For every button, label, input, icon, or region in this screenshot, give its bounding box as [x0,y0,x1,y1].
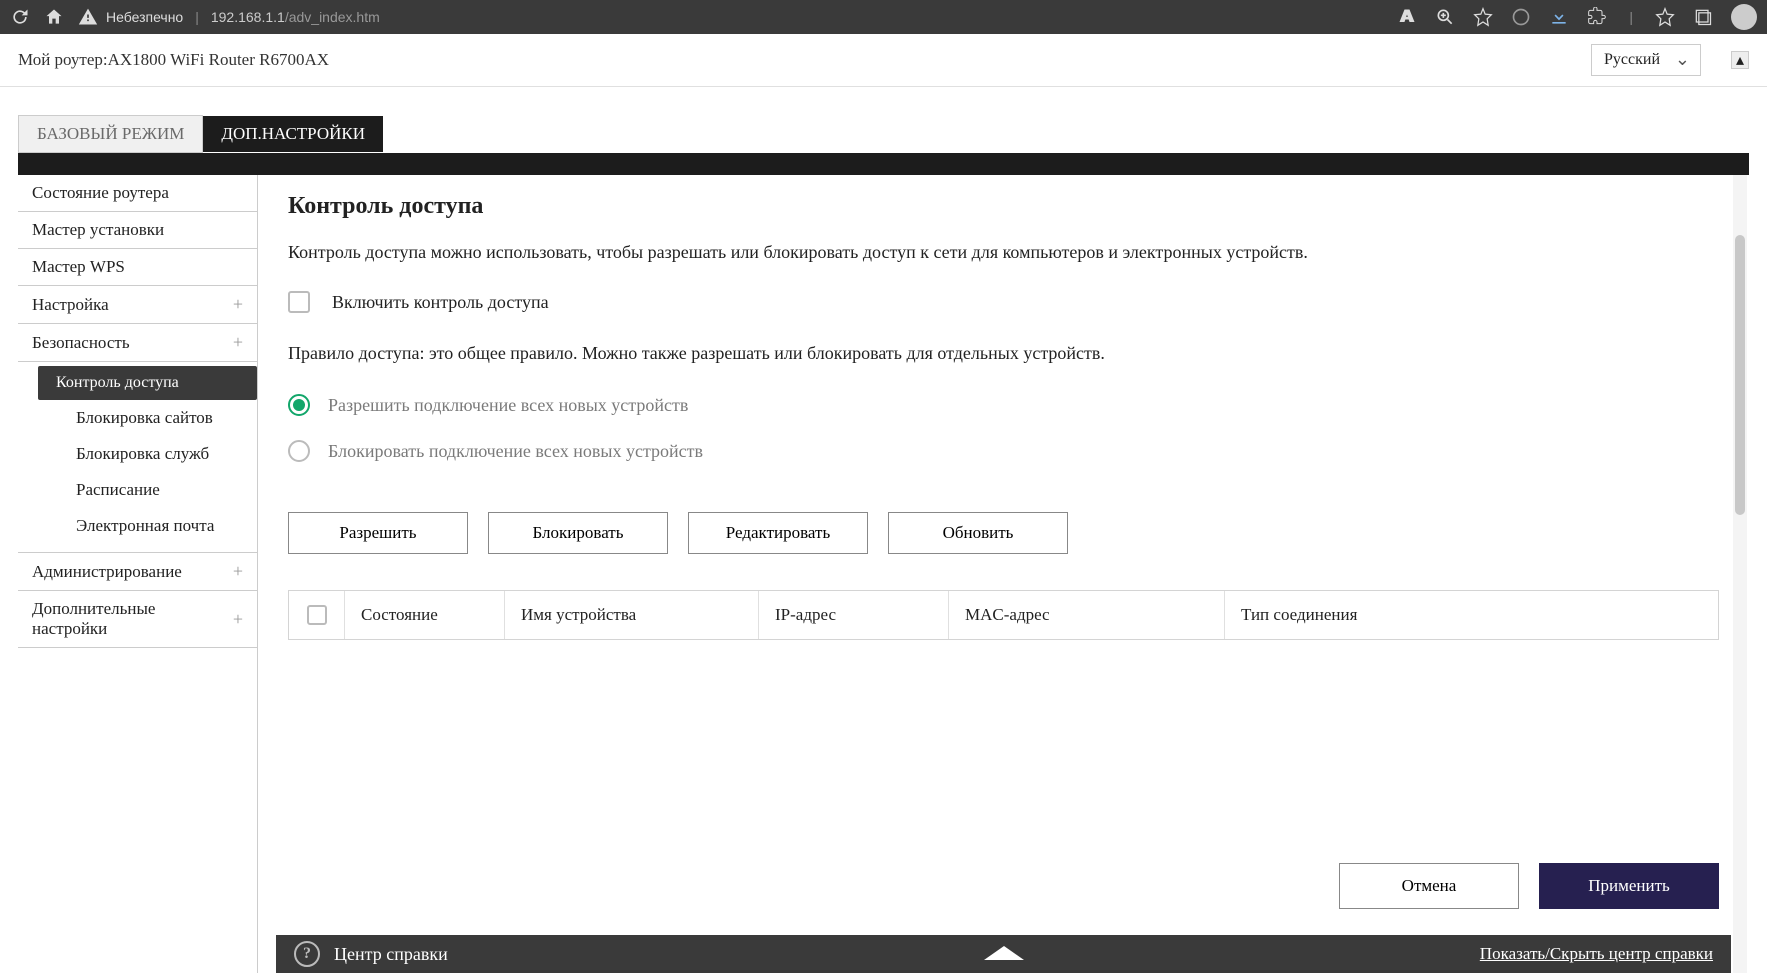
sidebar-item-setup-wizard[interactable]: Мастер установки [18,212,257,249]
content-area: Контроль доступа Контроль доступа можно … [258,175,1749,973]
edit-button[interactable]: Редактировать [688,512,868,554]
help-toggle-link[interactable]: Показать/Скрыть центр справки [1480,944,1713,964]
sidebar-sub-access-control[interactable]: Контроль доступа [38,366,257,400]
favorite-icon[interactable] [1473,7,1493,27]
security-subitems: Контроль доступа Блокировка сайтов Блоки… [18,362,257,552]
content-scrollbar[interactable] [1733,175,1747,973]
radio-block[interactable] [288,440,310,462]
col-ip: IP-адрес [759,591,949,639]
enable-label: Включить контроль доступа [332,292,549,313]
content-scroll: Контроль доступа Контроль доступа можно … [258,175,1749,837]
sidebar-item-wps-wizard[interactable]: Мастер WPS [18,249,257,286]
mode-tabs: БАЗОВЫЙ РЕЖИМДОП.НАСТРОЙКИ [0,115,1767,153]
separator: | [195,9,199,25]
col-device-name: Имя устройства [505,591,759,639]
apply-button[interactable]: Применить [1539,863,1719,909]
enable-checkbox[interactable] [288,291,310,313]
refresh-icon[interactable] [10,7,30,27]
globe-icon[interactable] [1511,7,1531,27]
zoom-icon[interactable] [1435,7,1455,27]
page-title: Контроль доступа [288,193,1719,220]
sidebar-sub-email[interactable]: Электронная почта [18,508,257,544]
sidebar-sub-block-sites[interactable]: Блокировка сайтов [18,400,257,436]
sidebar-sub-block-services[interactable]: Блокировка служб [18,436,257,472]
action-buttons: Разрешить Блокировать Редактировать Обно… [288,512,1719,554]
tab-basic-mode[interactable]: БАЗОВЫЙ РЕЖИМ [18,115,203,153]
browser-toolbar: Небезпечно | 192.168.1.1/adv_index.htm | [0,0,1767,34]
radio-allow[interactable] [288,394,310,416]
radio-block-label: Блокировать подключение всех новых устро… [328,441,703,462]
sidebar-item-security[interactable]: Безопасность+ [18,324,257,362]
radio-allow-row: Разрешить подключение всех новых устройс… [288,394,1719,416]
refresh-button[interactable]: Обновить [888,512,1068,554]
insecure-label: Небезпечно [106,9,183,25]
rule-description: Правило доступа: это общее правило. Можн… [288,343,1719,364]
collections-icon[interactable] [1693,7,1713,27]
sidebar-item-administration[interactable]: Администрирование+ [18,552,257,591]
sidebar-item-router-state[interactable]: Состояние роутера [18,175,257,212]
chevron-up-icon[interactable] [984,944,1024,965]
table-select-all[interactable] [289,591,345,639]
page-header: Мой роутер:AX1800 WiFi Router R6700AX Ру… [0,34,1767,87]
help-icon: ? [294,941,320,967]
language-select[interactable]: Русский [1591,44,1701,76]
profile-avatar[interactable] [1731,4,1757,30]
expand-icon: + [233,609,243,630]
radio-block-row: Блокировать подключение всех новых устро… [288,440,1719,462]
page-description: Контроль доступа можно использовать, что… [288,242,1719,263]
radio-allow-label: Разрешить подключение всех новых устройс… [328,395,688,416]
sidebar-item-advanced-settings[interactable]: Дополнительные настройки+ [18,591,257,648]
text-size-icon[interactable] [1397,7,1417,27]
sidebar: Состояние роутера Мастер установки Масте… [18,175,258,973]
scroll-up-icon[interactable]: ▴ [1731,51,1749,69]
col-mac: MAC-адрес [949,591,1225,639]
favorites-bar-icon[interactable] [1655,7,1675,27]
col-connection-type: Тип соединения [1225,591,1718,639]
download-icon[interactable] [1549,7,1569,27]
enable-access-control-row: Включить контроль доступа [288,291,1719,313]
allow-button[interactable]: Разрешить [288,512,468,554]
router-label: Мой роутер:AX1800 WiFi Router R6700AX [18,50,329,70]
tab-advanced-mode[interactable]: ДОП.НАСТРОЙКИ [203,116,383,152]
block-button[interactable]: Блокировать [488,512,668,554]
help-center-bar: ? Центр справки Показать/Скрыть центр сп… [276,935,1731,973]
sidebar-item-settings[interactable]: Настройка+ [18,286,257,324]
device-table-header: Состояние Имя устройства IP-адрес MAC-ад… [288,590,1719,640]
browser-right-icons: | [1397,4,1757,30]
tabs-underbar [18,153,1749,175]
expand-icon: + [233,294,243,315]
footer-buttons: Отмена Применить [258,837,1749,935]
url-bar[interactable]: 192.168.1.1/adv_index.htm [211,9,380,25]
separator: | [1629,9,1633,25]
sidebar-sub-schedule[interactable]: Расписание [18,472,257,508]
extensions-icon[interactable] [1587,7,1607,27]
cancel-button[interactable]: Отмена [1339,863,1519,909]
help-title: Центр справки [334,944,448,965]
col-status: Состояние [345,591,505,639]
home-icon[interactable] [44,7,64,27]
warning-icon [78,7,98,27]
address-section: Небезпечно | 192.168.1.1/adv_index.htm [78,7,380,27]
expand-icon: + [233,561,243,582]
expand-icon: + [233,332,243,353]
